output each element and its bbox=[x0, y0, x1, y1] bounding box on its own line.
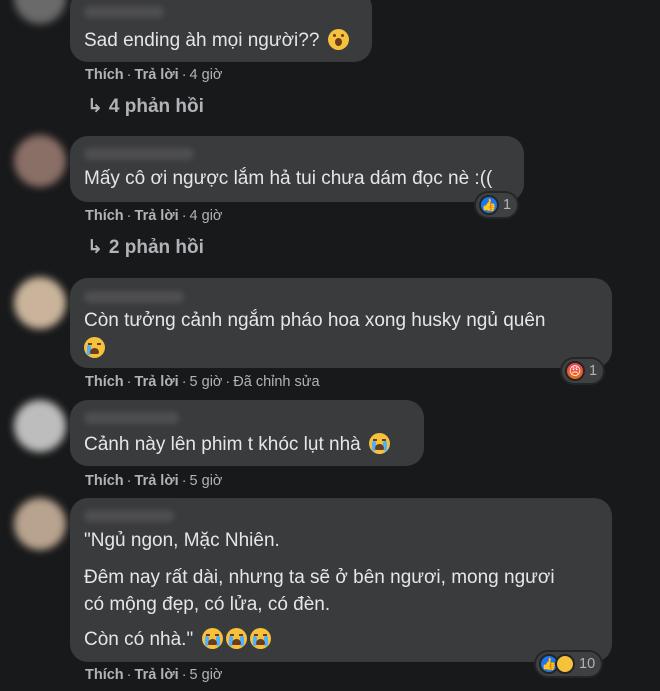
commenter-name[interactable] bbox=[84, 510, 174, 522]
comment-bubble: Còn tưởng cảnh ngắm pháo hoa xong husky … bbox=[70, 278, 612, 368]
comment-text: "Ngủ ngon, Mặc Nhiên. bbox=[84, 530, 280, 551]
commenter-name[interactable] bbox=[84, 291, 184, 303]
edited-label[interactable]: Đã chỉnh sửa bbox=[233, 374, 319, 390]
comment-bubble: Sad ending àh mọi người?? bbox=[70, 0, 372, 62]
comment-text: Mấy cô ơi ngược lắm hả tui chưa dám đọc … bbox=[84, 168, 493, 189]
reply-link[interactable]: Trả lời bbox=[135, 473, 179, 489]
comment-actions: Thích · Trả lời · 4 giờ bbox=[85, 67, 223, 83]
reaction-summary[interactable]: 👍 1 bbox=[476, 193, 518, 217]
avatar[interactable] bbox=[14, 135, 66, 187]
crying-emoji-icon bbox=[369, 433, 391, 454]
comment-actions: Thích · Trả lời · 5 giờ · Đã chỉnh sửa bbox=[85, 374, 320, 390]
like-link[interactable]: Thích bbox=[85, 208, 124, 224]
comment-text: Đêm nay rất dài, nhưng ta sẽ ở bên ngươi… bbox=[84, 567, 555, 588]
commenter-name[interactable] bbox=[84, 412, 179, 424]
like-link[interactable]: Thích bbox=[85, 67, 124, 83]
like-link[interactable]: Thích bbox=[85, 473, 124, 489]
commenter-name[interactable] bbox=[84, 148, 194, 160]
comment-bubble: "Ngủ ngon, Mặc Nhiên. Đêm nay rất dài, n… bbox=[70, 498, 612, 662]
comment-bubble: Cảnh này lên phim t khóc lụt nhà bbox=[70, 400, 424, 466]
timestamp[interactable]: 5 giờ bbox=[190, 667, 223, 683]
reply-link[interactable]: Trả lời bbox=[135, 667, 179, 683]
comment-text: Cảnh này lên phim t khóc lụt nhà bbox=[84, 432, 391, 458]
like-icon: 👍 bbox=[479, 195, 499, 215]
reaction-summary[interactable]: 😠 1 bbox=[562, 359, 604, 383]
reply-link[interactable]: Trả lời bbox=[135, 208, 179, 224]
comment-actions: Thích · Trả lời · 5 giờ bbox=[85, 667, 223, 683]
avatar[interactable] bbox=[14, 0, 66, 24]
timestamp[interactable]: 4 giờ bbox=[190, 67, 223, 83]
comment-text: Sad ending àh mọi người?? bbox=[84, 28, 349, 54]
timestamp[interactable]: 4 giờ bbox=[190, 208, 223, 224]
crying-emoji-icon bbox=[225, 628, 247, 649]
reply-arrow-icon: ↳ bbox=[87, 237, 103, 258]
angry-icon: 😠 bbox=[565, 361, 585, 381]
view-replies-link[interactable]: ↳ 2 phản hồi bbox=[87, 236, 204, 259]
like-link[interactable]: Thích bbox=[85, 374, 124, 390]
crying-emoji-icon bbox=[249, 628, 271, 649]
crying-emoji-icon bbox=[84, 337, 105, 358]
avatar[interactable] bbox=[14, 277, 66, 329]
comment-text: Còn có nhà." bbox=[84, 627, 271, 653]
comment-text: có mộng đẹp, có lửa, có đèn. bbox=[84, 594, 331, 615]
view-replies-link[interactable]: ↳ 4 phản hồi bbox=[87, 95, 204, 118]
comment-text: Còn tưởng cảnh ngắm pháo hoa xong husky … bbox=[84, 310, 546, 331]
crying-emoji-icon bbox=[201, 628, 223, 649]
comment-actions: Thích · Trả lời · 5 giờ bbox=[85, 473, 223, 489]
like-link[interactable]: Thích bbox=[85, 667, 124, 683]
commenter-name[interactable] bbox=[84, 6, 164, 18]
comment-bubble: Mấy cô ơi ngược lắm hả tui chưa dám đọc … bbox=[70, 136, 524, 202]
reply-arrow-icon: ↳ bbox=[87, 96, 103, 117]
comment-actions: Thích · Trả lời · 4 giờ bbox=[85, 208, 223, 224]
reply-link[interactable]: Trả lời bbox=[135, 67, 179, 83]
reply-link[interactable]: Trả lời bbox=[135, 374, 179, 390]
reaction-summary[interactable]: 👍 10 bbox=[536, 652, 602, 676]
avatar[interactable] bbox=[14, 400, 66, 452]
avatar[interactable] bbox=[14, 498, 66, 550]
timestamp[interactable]: 5 giờ bbox=[190, 374, 223, 390]
sad-icon bbox=[555, 654, 575, 674]
timestamp[interactable]: 5 giờ bbox=[190, 473, 223, 489]
astonished-emoji-icon bbox=[327, 29, 349, 50]
